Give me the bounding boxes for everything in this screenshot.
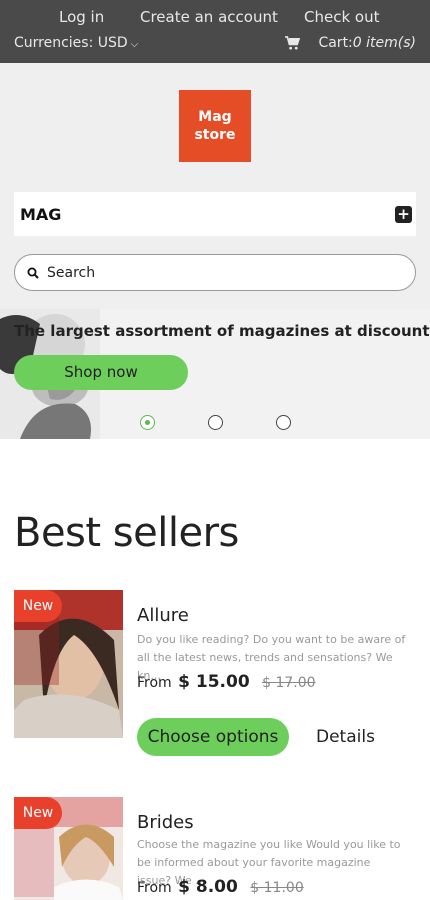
currency-label: Currencies: USD [14, 35, 128, 51]
cart-count: 0 item(s) [352, 35, 416, 51]
current-price: $ 15.00 [178, 672, 250, 692]
slide-title: The largest assortment of magazines at d… [14, 322, 430, 340]
cart-icon [285, 36, 301, 50]
search-box [14, 254, 416, 291]
product-price: From $ 8.00 $ 11.00 [137, 877, 304, 897]
price-from-label: From [137, 675, 172, 691]
create-account-link[interactable]: Create an account [140, 8, 278, 26]
slider-dot-3[interactable] [276, 415, 291, 430]
plus-icon: + [395, 205, 412, 223]
old-price: $ 17.00 [262, 675, 316, 691]
product-name[interactable]: Brides [137, 812, 194, 833]
cart-link[interactable]: Cart: 0 item(s) [285, 35, 416, 51]
old-price: $ 11.00 [250, 880, 304, 896]
hero-slider: The largest assortment of magazines at d… [0, 309, 430, 439]
checkout-link[interactable]: Check out [304, 8, 379, 26]
chevron-down-icon: ⌵ [130, 38, 139, 50]
slider-dot-1[interactable] [140, 415, 155, 430]
shop-now-button[interactable]: Shop now [14, 355, 188, 390]
product-name[interactable]: Allure [137, 605, 189, 626]
search-input[interactable] [47, 264, 377, 281]
product-cover-image[interactable]: New [14, 797, 123, 900]
product-price: From $ 15.00 $ 17.00 [137, 672, 316, 692]
category-menu-toggle[interactable]: MAG + [14, 192, 416, 236]
top-bar: Log in Create an account Check out Curre… [0, 0, 430, 63]
new-badge: New [14, 797, 62, 829]
logo-line-1: Mag [198, 109, 232, 125]
details-link[interactable]: Details [316, 727, 375, 747]
search-icon [27, 267, 39, 279]
header: Mag store MAG + [0, 63, 430, 309]
slider-dot-2[interactable] [208, 415, 223, 430]
choose-options-button[interactable]: Choose options [137, 718, 289, 756]
currency-selector[interactable]: Currencies: USD ⌵ [14, 35, 138, 51]
product-cover-image[interactable]: New [14, 590, 123, 738]
current-price: $ 8.00 [178, 877, 238, 897]
new-badge: New [14, 590, 62, 622]
price-from-label: From [137, 880, 172, 896]
logo-line-2: store [194, 127, 236, 143]
menu-title: MAG [20, 204, 62, 224]
cart-label: Cart: [318, 35, 353, 51]
best-sellers-heading: Best sellers [14, 510, 239, 556]
login-link[interactable]: Log in [59, 8, 104, 26]
logo[interactable]: Mag store [179, 90, 251, 162]
